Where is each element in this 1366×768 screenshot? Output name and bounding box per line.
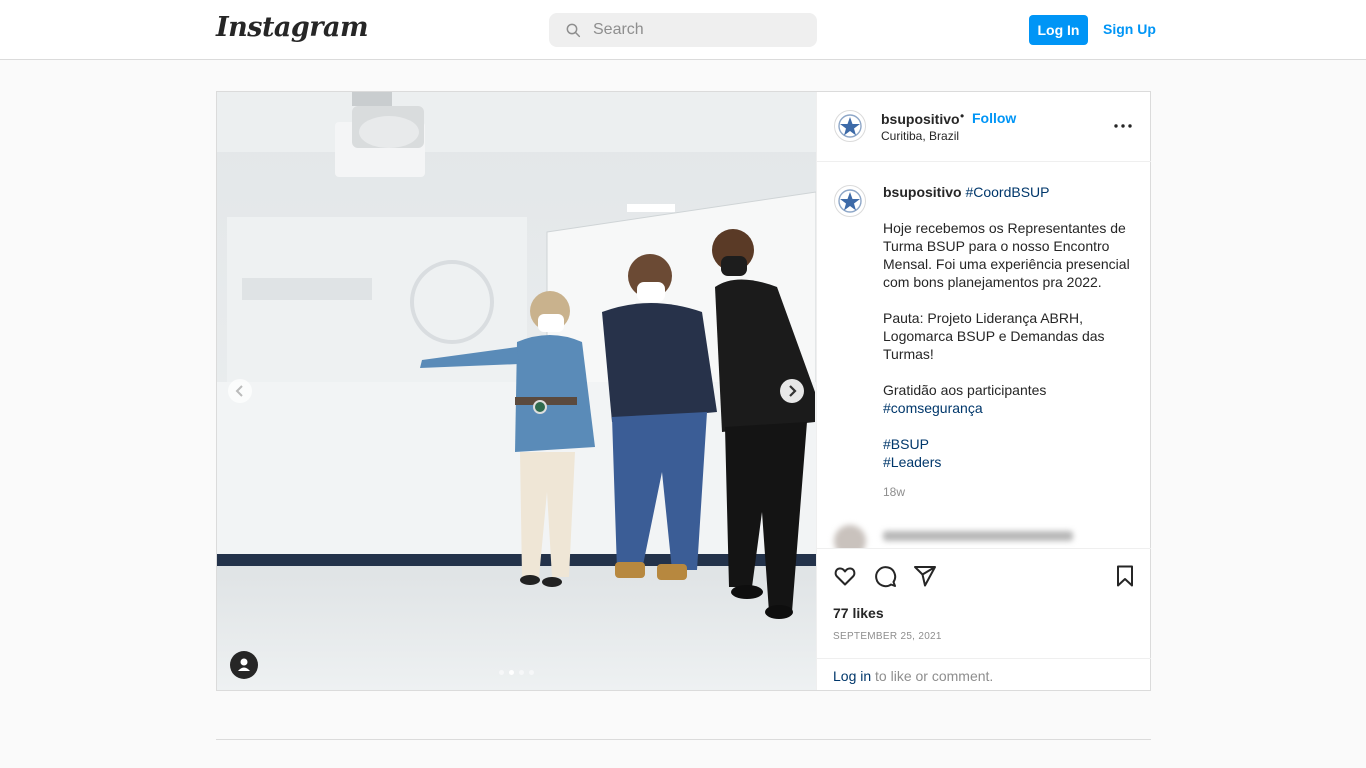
carousel-dot-active [509,670,514,675]
login-to-comment: Log in to like or comment. [817,658,1151,690]
login-link[interactable]: Log in [833,668,871,684]
follow-button[interactable]: Follow [972,110,1016,126]
chevron-left-icon [235,385,243,397]
hashtag-link[interactable]: #CoordBSUP [965,184,1049,200]
star-logo-icon [838,189,862,213]
blurred-comment-text [883,531,1073,541]
caption-age: 18w [883,485,906,499]
footer-divider [216,739,1151,740]
caption-username[interactable]: bsupositivo [883,184,962,200]
blurred-comment [834,525,1134,548]
top-navbar: Instagram Search Log In Sign Up [0,0,1366,60]
caption-paragraph: Gratidão aos participantes [883,382,1047,398]
tagged-users-button[interactable] [230,651,258,679]
hashtag-link[interactable]: #comsegurança [883,399,1133,417]
search-input[interactable]: Search [549,13,817,47]
more-options-button[interactable] [1113,118,1133,134]
post-photo[interactable] [217,92,816,690]
post-caption: bsupositivo #CoordBSUP Hoje recebemos os… [883,183,1133,501]
carousel-dot [499,670,504,675]
chevron-right-icon [789,385,797,397]
separator-dot: • [960,109,965,123]
caption-paragraph: Hoje recebemos os Representantes de Turm… [883,220,1130,290]
signup-button[interactable]: Sign Up [1103,21,1156,37]
post-sidebar: bsupositivo • Follow Curitiba, Brazil bs… [816,92,1151,690]
comment-icon[interactable] [873,564,897,588]
post-actions: 77 likes SEPTEMBER 25, 2021 [817,548,1151,658]
hashtag-link[interactable]: #BSUP [883,435,1133,453]
avatar[interactable] [834,110,866,142]
author-username[interactable]: bsupositivo [881,111,960,127]
search-placeholder: Search [593,21,644,38]
hashtag-link[interactable]: #Leaders [883,453,1133,471]
carousel-dot [529,670,534,675]
login-to-comment-text: to like or comment. [871,668,994,684]
post-author-header: bsupositivo • Follow Curitiba, Brazil [817,92,1151,162]
more-horizontal-icon [1114,124,1132,128]
post-image [217,92,816,690]
star-logo-icon [838,114,862,138]
post-date[interactable]: SEPTEMBER 25, 2021 [833,631,942,642]
carousel-dot [519,670,524,675]
carousel-next-button[interactable] [780,379,804,403]
caption-scroll-area[interactable]: bsupositivo #CoordBSUP Hoje recebemos os… [817,163,1151,548]
avatar [834,525,866,548]
heart-icon[interactable] [833,564,857,588]
instagram-logo[interactable]: Instagram [216,12,369,43]
carousel-prev-button[interactable] [228,379,252,403]
user-icon [238,658,250,671]
likes-count[interactable]: 77 likes [833,605,884,621]
caption-paragraph: Pauta: Projeto Liderança ABRH, Logomarca… [883,310,1105,362]
login-button[interactable]: Log In [1029,15,1088,45]
search-icon [566,23,581,38]
avatar[interactable] [834,185,866,217]
post-location[interactable]: Curitiba, Brazil [881,129,959,143]
share-icon[interactable] [913,564,937,588]
bookmark-icon[interactable] [1113,564,1137,588]
post-card: bsupositivo • Follow Curitiba, Brazil bs… [216,91,1151,691]
